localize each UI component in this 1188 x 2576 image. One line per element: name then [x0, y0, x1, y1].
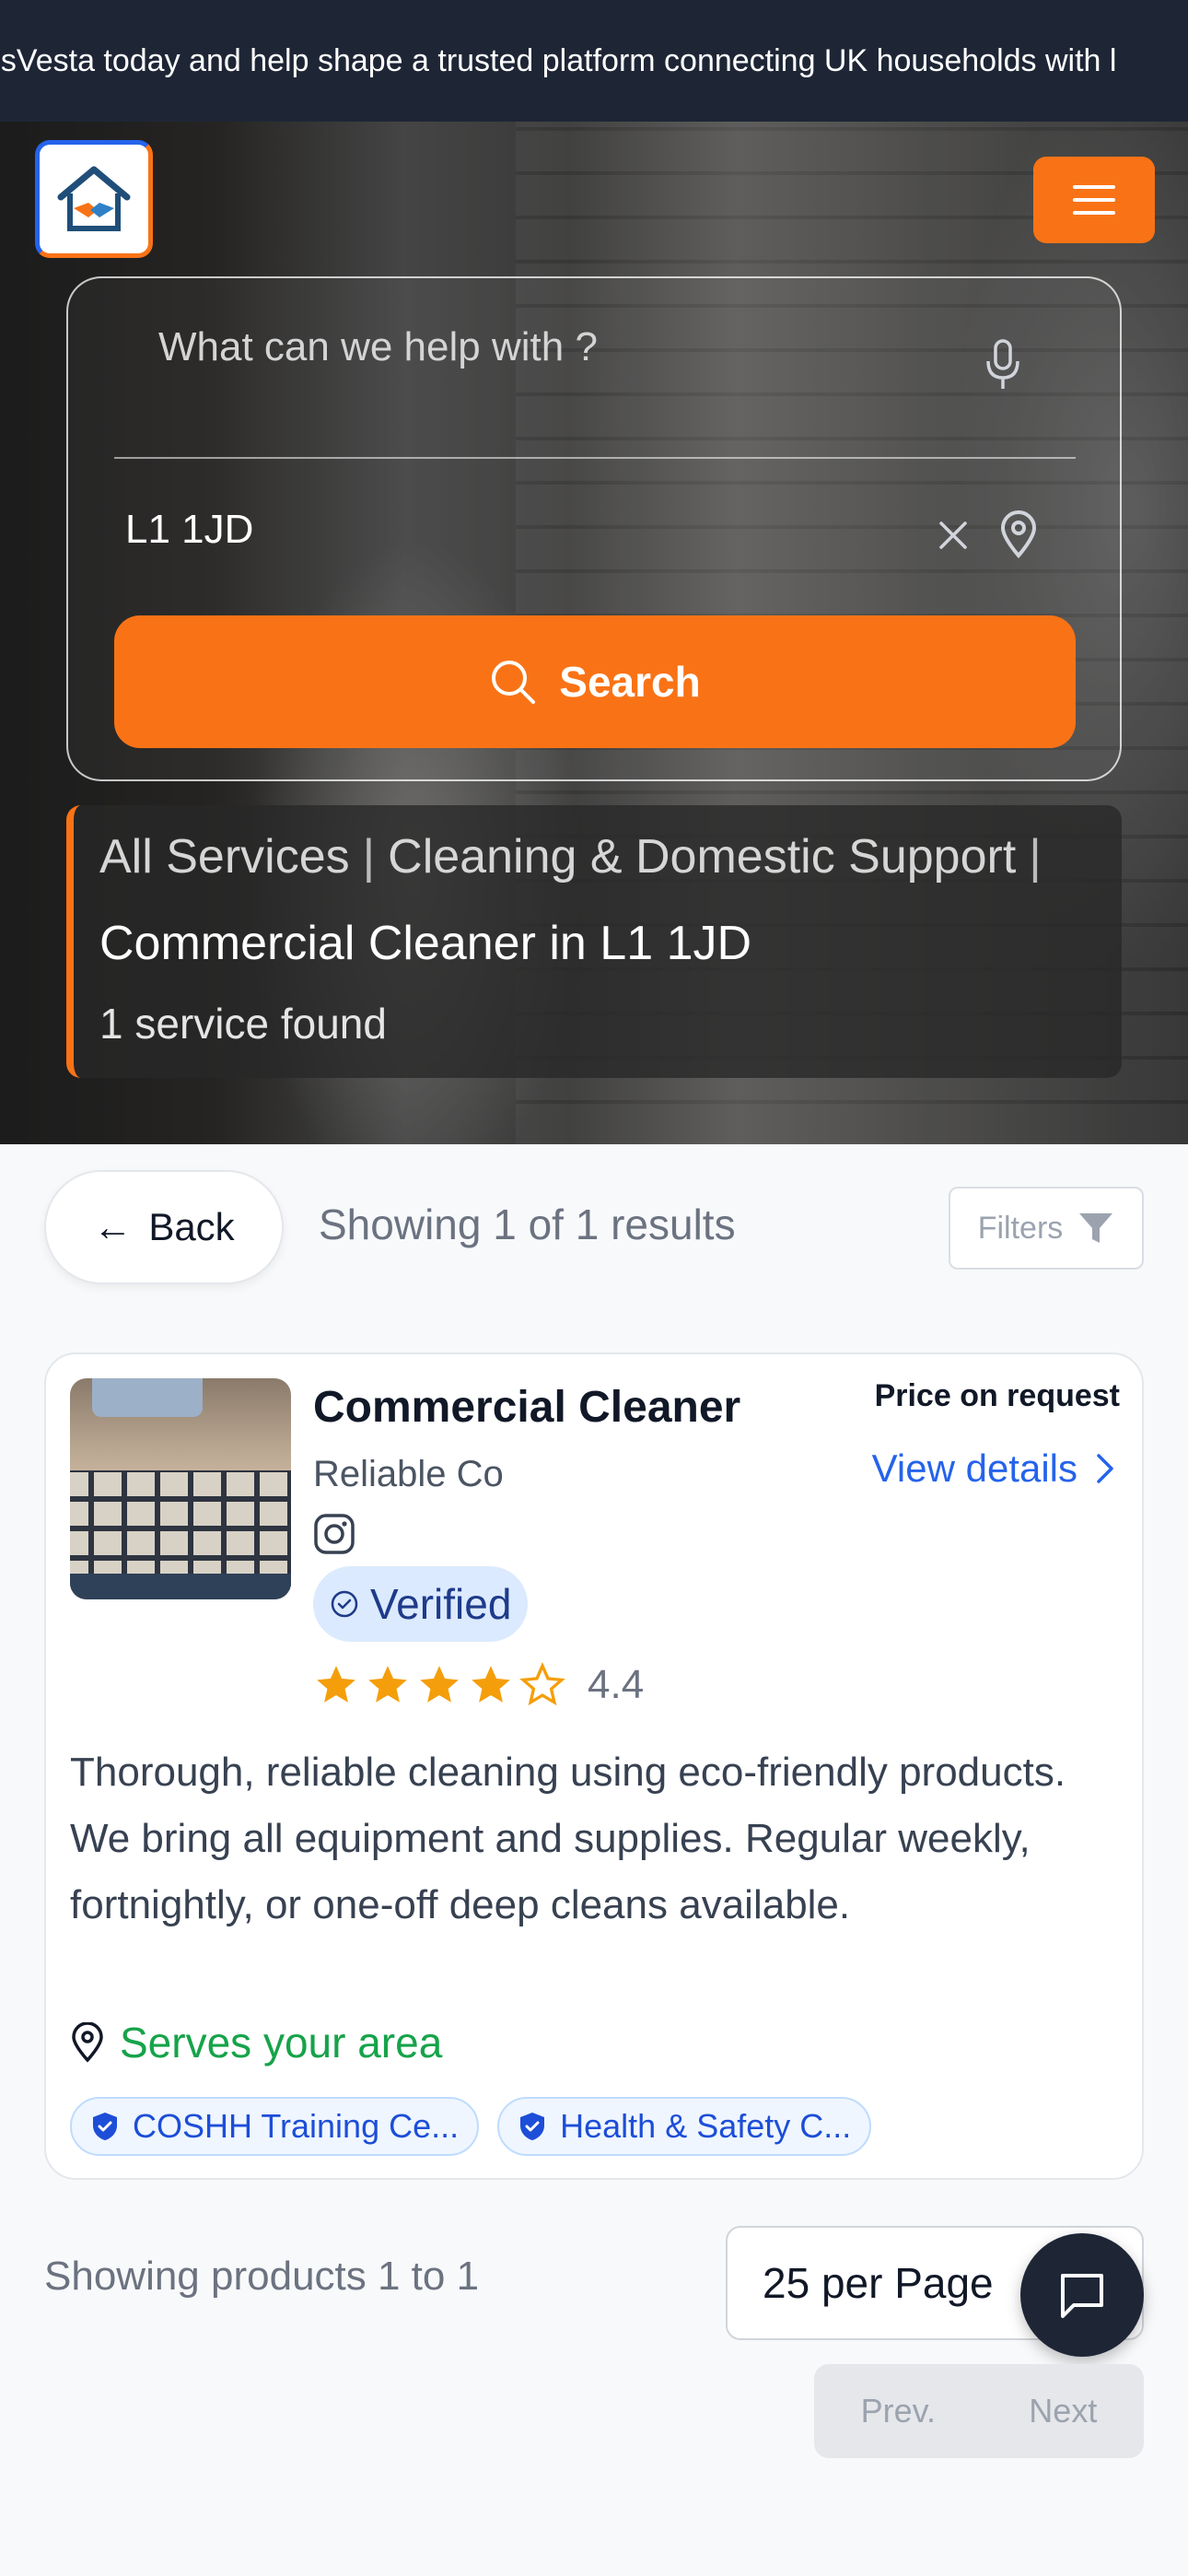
next-page-button[interactable]: Next — [1029, 2392, 1097, 2430]
price: Price on request — [874, 1378, 1120, 1413]
back-button[interactable]: ← Back — [44, 1170, 284, 1284]
chat-button[interactable] — [1020, 2233, 1144, 2357]
company-name: Reliable Co — [313, 1454, 504, 1494]
search-button[interactable]: Search — [114, 615, 1076, 748]
house-handshake-icon — [57, 166, 131, 231]
star-icon — [472, 1666, 510, 1703]
service-count: 1 service found — [99, 1000, 387, 1048]
breadcrumb-category[interactable]: Cleaning & Domestic Support — [388, 830, 1016, 884]
filters-label: Filters — [977, 1210, 1064, 1246]
back-arrow-icon: ← — [93, 1205, 133, 1248]
prev-page-button[interactable]: Prev. — [861, 2392, 936, 2430]
view-details-link[interactable]: View details — [872, 1446, 1114, 1491]
search-divider — [114, 457, 1076, 459]
filters-button[interactable]: Filters — [949, 1187, 1144, 1270]
funnel-icon — [1079, 1213, 1113, 1243]
verified-label: Verified — [370, 1580, 512, 1628]
site-logo[interactable] — [35, 140, 153, 258]
star-icon — [368, 1666, 407, 1703]
rating-value: 4.4 — [588, 1662, 645, 1707]
chat-bubble-icon — [1061, 2274, 1103, 2318]
certification-badge[interactable]: COSHH Training Ce... — [70, 2097, 480, 2156]
breadcrumb-all-services[interactable]: All Services — [99, 830, 350, 884]
products-count: Showing products 1 to 1 — [44, 2254, 480, 2299]
certification-badge[interactable]: Health & Safety C... — [497, 2097, 872, 2156]
search-card: L1 1JD Search — [66, 276, 1122, 781]
chevron-right-icon — [1097, 1454, 1113, 1483]
back-button-label: Back — [148, 1205, 235, 1248]
rating: 4.4 — [313, 1662, 644, 1708]
service-card[interactable]: Commercial Cleaner Reliable Co Verified … — [44, 1352, 1144, 2180]
breadcrumb-separator: | — [1029, 830, 1042, 884]
search-query-input[interactable] — [158, 315, 914, 380]
star-outline-icon — [519, 1662, 565, 1706]
search-button-label: Search — [559, 658, 701, 706]
certification-badges: COSHH Training Ce... Health & Safety C..… — [70, 2097, 872, 2156]
breadcrumb-service: Commercial Cleaner — [99, 917, 536, 970]
verified-badge: Verified — [313, 1566, 529, 1642]
announcement-ticker: usVesta today and help shape a trusted p… — [0, 0, 1188, 122]
certification-label: COSHH Training Ce... — [133, 2107, 460, 2145]
microphone-icon[interactable] — [985, 339, 1020, 391]
serves-area: Serves your area — [70, 2018, 442, 2067]
pagination: Prev. Next — [814, 2364, 1144, 2458]
shield-check-icon — [93, 2113, 117, 2140]
service-description: Thorough, reliable cleaning using eco-fr… — [70, 1750, 1066, 1927]
breadcrumb-location: in L1 1JD — [549, 917, 752, 970]
service-thumbnail — [70, 1378, 291, 1599]
location-input[interactable]: L1 1JD — [125, 507, 253, 553]
instagram-icon[interactable] — [313, 1513, 355, 1555]
certification-label: Health & Safety C... — [560, 2107, 852, 2145]
menu-button[interactable] — [1033, 157, 1155, 243]
check-circle-icon — [331, 1590, 358, 1618]
close-icon[interactable] — [938, 520, 969, 551]
service-title[interactable]: Commercial Cleaner — [313, 1382, 740, 1433]
view-details-label: View details — [871, 1446, 1077, 1490]
serves-area-label: Serves your area — [120, 2019, 443, 2067]
ticker-text: usVesta today and help shape a trusted p… — [0, 43, 1117, 78]
map-pin-icon — [72, 2022, 103, 2063]
results-count: Showing 1 of 1 results — [319, 1200, 736, 1248]
hamburger-icon — [1073, 185, 1115, 189]
breadcrumb-separator: | — [362, 830, 376, 884]
map-pin-icon[interactable] — [998, 510, 1039, 558]
breadcrumb: All Services | Cleaning & Domestic Support… — [66, 805, 1122, 1078]
star-icon — [420, 1666, 459, 1703]
star-icon — [317, 1666, 355, 1703]
search-icon — [492, 661, 536, 704]
shield-check-icon — [520, 2113, 545, 2140]
